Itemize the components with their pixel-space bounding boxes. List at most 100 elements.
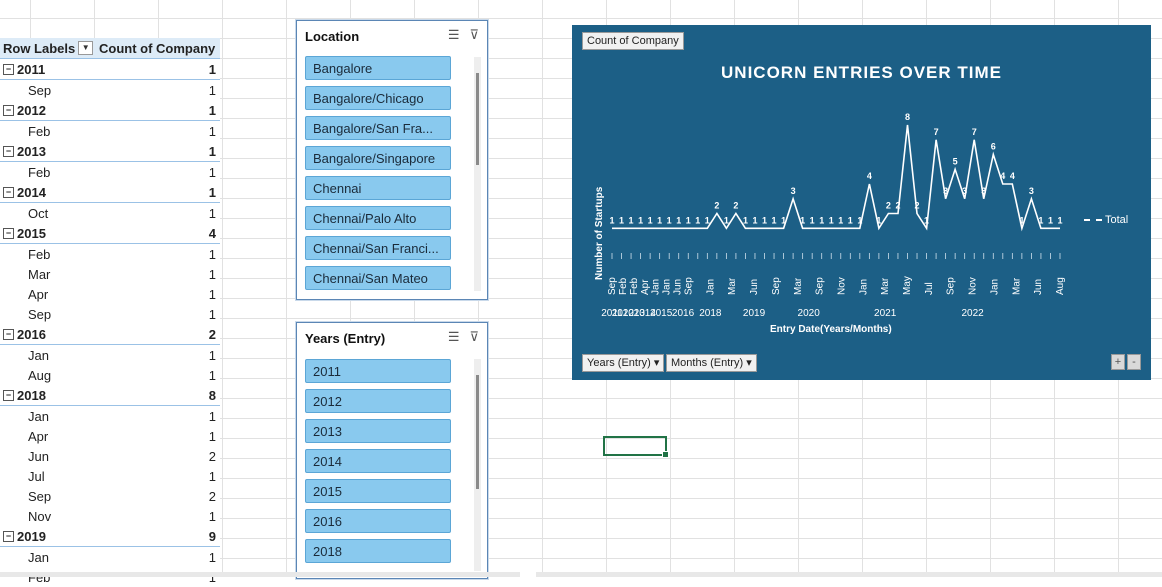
pivot-month-row[interactable]: Oct 1 — [0, 203, 220, 223]
pivot-year-row[interactable]: −2015 4 — [0, 223, 220, 244]
collapse-icon[interactable]: − — [3, 328, 14, 340]
x-month-tick-label: Mar — [727, 277, 738, 295]
pivot-month-row[interactable]: Jan 1 — [0, 345, 220, 365]
count-value: 1 — [208, 123, 216, 139]
data-label: 2 — [714, 201, 719, 211]
pivot-year-row[interactable]: −2018 8 — [0, 385, 220, 406]
x-year-label: 2021 — [874, 308, 897, 319]
pivot-month-row[interactable]: Jan 1 — [0, 547, 220, 567]
slicer-item[interactable]: Bangalore/San Fra... — [305, 116, 451, 140]
pivot-month-row[interactable]: Aug 1 — [0, 365, 220, 385]
data-label: 1 — [648, 215, 653, 225]
row-label: Jan — [28, 549, 49, 565]
slicer-item[interactable]: Chennai/Palo Alto — [305, 206, 451, 230]
pivot-year-row[interactable]: −2014 1 — [0, 182, 220, 203]
slicer-item[interactable]: Chennai — [305, 176, 451, 200]
slicer-item[interactable]: 2012 — [305, 389, 451, 413]
slicer-item[interactable]: 2016 — [305, 509, 451, 533]
collapse-icon[interactable]: − — [3, 186, 14, 198]
count-value: 9 — [208, 528, 216, 544]
row-label: Feb — [28, 246, 51, 262]
slicer-item[interactable]: Chennai/San Mateo — [305, 266, 451, 290]
pivot-month-row[interactable]: Jan 1 — [0, 406, 220, 426]
count-value: 1 — [208, 184, 216, 200]
slicer-item[interactable]: 2011 — [305, 359, 451, 383]
months-entry-axis-button[interactable]: Months (Entry) ▾ — [666, 354, 757, 372]
collapse-icon[interactable]: − — [3, 145, 14, 157]
slicer-item[interactable]: Bangalore — [305, 56, 451, 80]
pivot-month-row[interactable]: Sep 1 — [0, 304, 220, 324]
data-label: 1 — [781, 215, 786, 225]
count-value: 1 — [208, 549, 216, 565]
row-label: Apr — [28, 428, 49, 444]
pivot-month-row[interactable]: Jun 2 — [0, 446, 220, 466]
slicer-item[interactable]: 2018 — [305, 539, 451, 563]
pivot-month-row[interactable]: Jul 1 — [0, 466, 220, 486]
row-label: Jan — [28, 347, 49, 363]
data-label: 3 — [1029, 186, 1034, 196]
collapse-icon[interactable]: − — [3, 530, 14, 542]
pivot-chart[interactable]: Count of Company UNICORN ENTRIES OVER TI… — [572, 25, 1151, 380]
slicer-item[interactable]: 2015 — [305, 479, 451, 503]
pivot-year-row[interactable]: −2016 2 — [0, 324, 220, 345]
expand-field-button[interactable]: + — [1111, 354, 1125, 370]
row-label: Jun — [28, 448, 49, 464]
data-label: 1 — [1038, 215, 1043, 225]
data-label: 1 — [667, 215, 672, 225]
pivot-year-row[interactable]: −2011 1 — [0, 59, 220, 80]
row-labels-dropdown-icon[interactable]: ▼ — [78, 41, 94, 55]
count-value: 1 — [208, 347, 216, 363]
pivot-year-row[interactable]: −2019 9 — [0, 526, 220, 547]
x-year-label: 2020 — [798, 308, 821, 319]
slicer-item[interactable]: Chennai/San Franci... — [305, 236, 451, 260]
x-month-tick-label: Sep — [771, 277, 782, 295]
pivot-month-row[interactable]: Mar 1 — [0, 264, 220, 284]
pivot-month-row[interactable]: Apr 1 — [0, 284, 220, 304]
collapse-icon[interactable]: − — [3, 389, 14, 401]
years-entry-axis-button[interactable]: Years (Entry) ▾ — [582, 354, 665, 372]
x-month-tick-label: Jan — [662, 279, 673, 295]
collapse-icon[interactable]: − — [3, 63, 14, 75]
years-slicer-scrollbar[interactable] — [476, 375, 479, 489]
pivot-month-row[interactable]: Feb 1 — [0, 244, 220, 264]
pivot-month-row[interactable]: Sep 2 — [0, 486, 220, 506]
count-value: 8 — [208, 387, 216, 403]
pivot-month-row[interactable]: Nov 1 — [0, 506, 220, 526]
collapse-field-button[interactable]: - — [1127, 354, 1141, 370]
pivot-month-row[interactable]: Apr 1 — [0, 426, 220, 446]
row-label-cell: Feb — [0, 165, 156, 180]
selected-cell[interactable] — [603, 436, 669, 458]
pivot-month-row[interactable]: Feb 1 — [0, 121, 220, 141]
data-label: 1 — [924, 215, 929, 225]
slicer-item[interactable]: 2013 — [305, 419, 451, 443]
pivot-year-row[interactable]: −2012 1 — [0, 100, 220, 121]
clear-filter-icon[interactable]: ⊽ — [469, 27, 479, 43]
collapse-icon[interactable]: − — [3, 104, 14, 116]
row-label-cell: Feb — [0, 124, 156, 139]
data-label: 1 — [743, 215, 748, 225]
multi-select-icon[interactable]: ☰ — [448, 27, 460, 43]
horizontal-scrollbar[interactable] — [536, 572, 1162, 577]
pivot-month-row[interactable]: Feb 1 — [0, 567, 220, 587]
x-month-tick-label: Sep — [815, 277, 826, 295]
collapse-icon[interactable]: − — [3, 227, 14, 239]
count-value: 2 — [208, 326, 216, 342]
slicer-item[interactable]: 2014 — [305, 449, 451, 473]
clear-filter-icon[interactable]: ⊽ — [469, 329, 479, 345]
chevron-down-icon: ▾ — [746, 357, 752, 369]
horizontal-scrollbar-left[interactable] — [0, 572, 520, 577]
location-slicer-title: Location — [305, 29, 360, 44]
slicer-item[interactable]: Bangalore/Singapore — [305, 146, 451, 170]
row-labels-text: Row Labels — [3, 40, 76, 56]
x-month-tick-label: Mar — [1011, 277, 1022, 295]
location-slicer-scrollbar[interactable] — [476, 73, 479, 165]
slicer-item[interactable]: Bangalore/Chicago — [305, 86, 451, 110]
location-slicer: Location ☰ ⊽ Bangalore Bangalore/Chicago B… — [296, 20, 488, 300]
pivot-year-row[interactable]: −2013 1 — [0, 141, 220, 162]
data-label: 4 — [1000, 171, 1005, 181]
pivot-month-row[interactable]: Sep 1 — [0, 80, 220, 100]
multi-select-icon[interactable]: ☰ — [448, 329, 460, 345]
data-label: 1 — [876, 215, 881, 225]
pivot-month-row[interactable]: Feb 1 — [0, 162, 220, 182]
count-value: 1 — [208, 468, 216, 484]
